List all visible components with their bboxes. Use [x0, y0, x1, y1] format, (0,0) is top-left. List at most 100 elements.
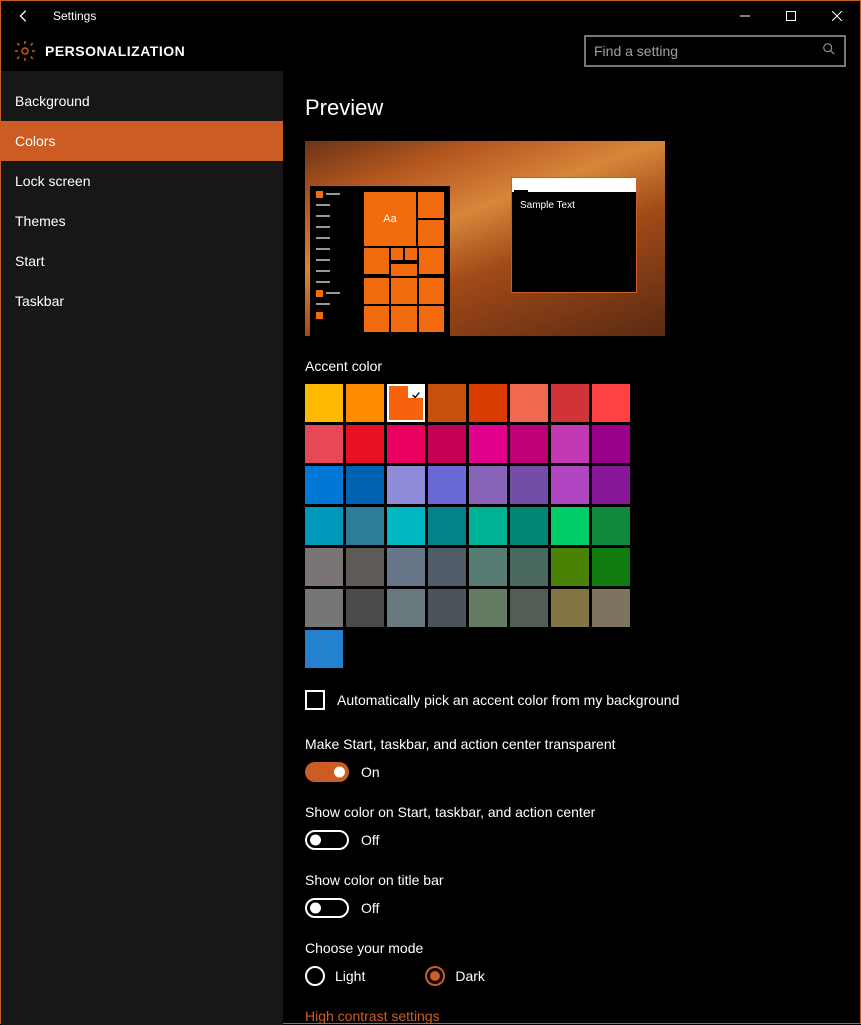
accent-swatch[interactable] [305, 425, 343, 463]
accent-swatch[interactable] [346, 548, 384, 586]
accent-swatch[interactable] [428, 425, 466, 463]
toggle-switch[interactable] [305, 898, 349, 918]
sidebar-item-lock-screen[interactable]: Lock screen [1, 161, 283, 201]
radio-label: Dark [455, 968, 485, 984]
toggle-switch[interactable] [305, 762, 349, 782]
accent-swatch[interactable] [428, 466, 466, 504]
mode-radio-row: Light Dark [305, 966, 860, 986]
accent-swatch[interactable] [469, 384, 507, 422]
accent-swatch[interactable] [510, 548, 548, 586]
toggle-label: Show color on Start, taskbar, and action… [305, 804, 860, 820]
mode-option-light[interactable]: Light [305, 966, 365, 986]
auto-pick-label: Automatically pick an accent color from … [337, 692, 679, 708]
sidebar: BackgroundColorsLock screenThemesStartTa… [1, 71, 283, 1025]
accent-swatch[interactable] [469, 425, 507, 463]
toggle-setting: Show color on title bar Off [305, 872, 860, 918]
maximize-button[interactable] [768, 1, 814, 31]
accent-swatch[interactable] [305, 507, 343, 545]
gear-icon [13, 39, 37, 63]
preview-heading: Preview [305, 95, 860, 121]
accent-swatch[interactable] [592, 507, 630, 545]
high-contrast-link[interactable]: High contrast settings [305, 1008, 860, 1024]
radio-button[interactable] [305, 966, 325, 986]
accent-swatch[interactable] [510, 466, 548, 504]
content-pane: Preview Aa [283, 71, 860, 1025]
sidebar-item-background[interactable]: Background [1, 81, 283, 121]
accent-swatch[interactable] [469, 507, 507, 545]
accent-swatch[interactable] [428, 507, 466, 545]
accent-swatch[interactable] [469, 548, 507, 586]
accent-swatch[interactable] [428, 589, 466, 627]
accent-swatch[interactable] [469, 589, 507, 627]
preview-start-mock: Aa [310, 186, 450, 336]
radio-label: Light [335, 968, 365, 984]
mode-option-dark[interactable]: Dark [425, 966, 485, 986]
mode-label: Choose your mode [305, 940, 860, 956]
accent-swatch[interactable] [387, 466, 425, 504]
toggle-state: Off [361, 900, 379, 916]
auto-pick-checkbox[interactable] [305, 690, 325, 710]
preview-sample-text: Sample Text [512, 192, 636, 219]
toggle-state: On [361, 764, 380, 780]
back-button[interactable] [9, 1, 39, 31]
minimize-button[interactable] [722, 1, 768, 31]
auto-pick-row[interactable]: Automatically pick an accent color from … [305, 690, 860, 710]
title-bar: Settings [1, 1, 860, 31]
accent-swatch[interactable] [346, 425, 384, 463]
preview-pane: Aa Sample Text [305, 141, 665, 336]
accent-swatch[interactable] [305, 630, 343, 668]
radio-button[interactable] [425, 966, 445, 986]
accent-swatch[interactable] [551, 507, 589, 545]
accent-swatch[interactable] [305, 466, 343, 504]
toggle-setting: Make Start, taskbar, and action center t… [305, 736, 860, 782]
accent-swatch[interactable] [551, 425, 589, 463]
accent-swatch[interactable] [592, 425, 630, 463]
header-row: PERSONALIZATION [1, 31, 860, 71]
accent-swatch[interactable] [592, 384, 630, 422]
accent-swatch[interactable] [387, 589, 425, 627]
accent-swatch[interactable] [551, 548, 589, 586]
toggle-setting: Show color on Start, taskbar, and action… [305, 804, 860, 850]
accent-swatch[interactable] [551, 384, 589, 422]
search-input[interactable] [594, 43, 822, 59]
accent-swatch[interactable] [346, 589, 384, 627]
accent-swatch[interactable] [346, 507, 384, 545]
sidebar-item-colors[interactable]: Colors [1, 121, 283, 161]
toggle-state: Off [361, 832, 379, 848]
sidebar-item-taskbar[interactable]: Taskbar [1, 281, 283, 321]
accent-swatch[interactable] [305, 384, 343, 422]
check-icon [411, 387, 421, 397]
accent-swatch[interactable] [551, 466, 589, 504]
search-icon [822, 42, 836, 61]
accent-swatch[interactable] [387, 384, 425, 422]
accent-swatch[interactable] [469, 466, 507, 504]
accent-swatch[interactable] [346, 466, 384, 504]
accent-swatch[interactable] [551, 589, 589, 627]
accent-swatch[interactable] [387, 425, 425, 463]
close-button[interactable] [814, 1, 860, 31]
toggle-switch[interactable] [305, 830, 349, 850]
accent-swatch[interactable] [346, 384, 384, 422]
accent-swatch[interactable] [305, 589, 343, 627]
accent-swatch[interactable] [592, 548, 630, 586]
accent-swatch[interactable] [510, 589, 548, 627]
preview-aa-tile: Aa [364, 192, 416, 246]
accent-swatch[interactable] [428, 384, 466, 422]
preview-window-mock: Sample Text [511, 177, 637, 293]
window-title: Settings [53, 9, 96, 23]
accent-swatch[interactable] [592, 466, 630, 504]
accent-swatch[interactable] [305, 548, 343, 586]
accent-swatch[interactable] [387, 507, 425, 545]
toggle-label: Show color on title bar [305, 872, 860, 888]
accent-swatch[interactable] [510, 507, 548, 545]
accent-swatch[interactable] [387, 548, 425, 586]
sidebar-item-start[interactable]: Start [1, 241, 283, 281]
accent-swatch[interactable] [510, 425, 548, 463]
accent-swatch[interactable] [428, 548, 466, 586]
search-box[interactable] [584, 35, 846, 67]
accent-swatch[interactable] [592, 589, 630, 627]
accent-color-label: Accent color [305, 358, 860, 374]
sidebar-item-themes[interactable]: Themes [1, 201, 283, 241]
toggle-label: Make Start, taskbar, and action center t… [305, 736, 860, 752]
accent-swatch[interactable] [510, 384, 548, 422]
